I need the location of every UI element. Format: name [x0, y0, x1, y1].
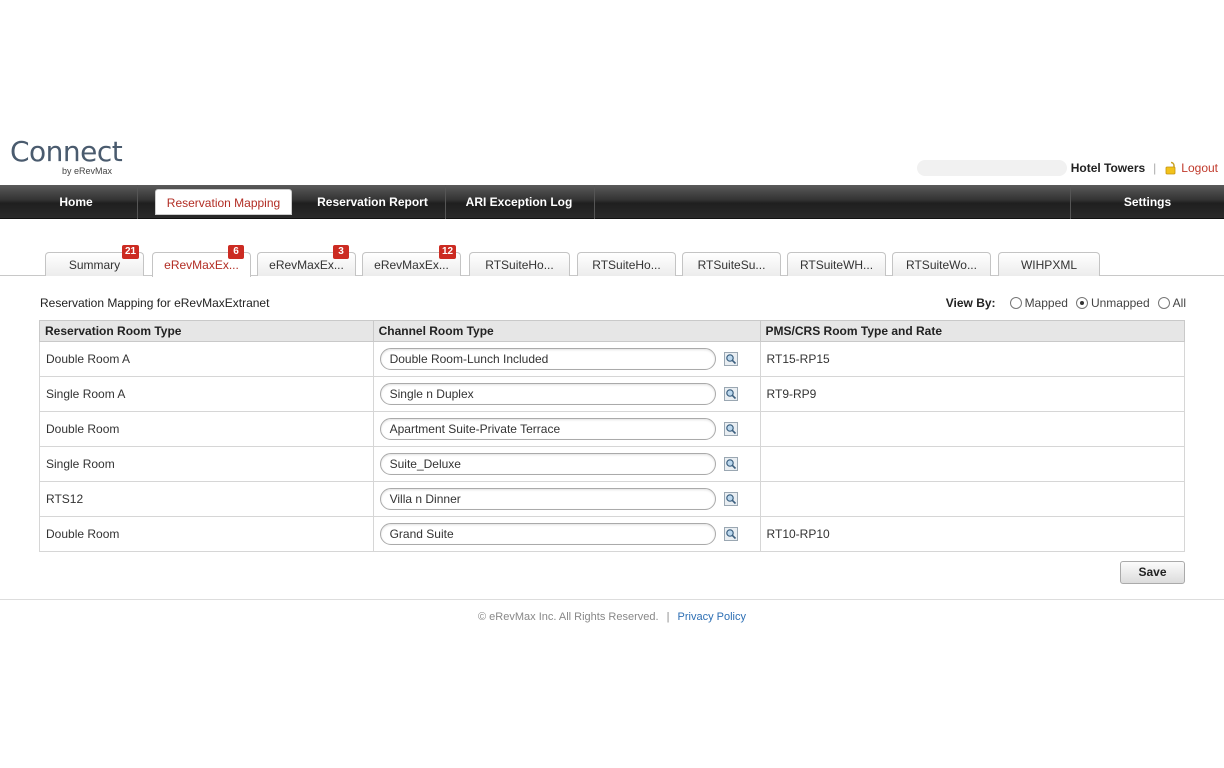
nav-divider	[445, 185, 446, 219]
radio-button-selected[interactable]	[1075, 297, 1088, 309]
logout-label: Logout	[1181, 161, 1218, 175]
search-lookup-icon[interactable]	[723, 422, 738, 436]
radio-button[interactable]	[1157, 297, 1170, 309]
main-nav: Home Reservation Mapping Reservation Rep…	[0, 185, 1224, 219]
logo-subtitle: by eRevMax	[62, 166, 113, 176]
count-badge: 3	[333, 245, 349, 259]
pms-room-rate	[759, 481, 1186, 517]
channel-room-select[interactable]: Grand Suite	[379, 523, 716, 545]
channel-room-cell: Apartment Suite-Private Terrace	[372, 411, 761, 447]
column-header: Channel Room Type	[372, 320, 761, 342]
search-lookup-icon[interactable]	[723, 527, 738, 541]
nav-ari-exception-log[interactable]: ARI Exception Log	[455, 185, 583, 219]
channel-room-cell: Double Room-Lunch Included	[372, 341, 761, 377]
nav-divider	[1070, 185, 1071, 219]
nav-divider	[137, 185, 138, 219]
radio-mapped[interactable]: Mapped	[1009, 296, 1068, 310]
channel-room-cell: Grand Suite	[372, 516, 761, 552]
nav-reservation-report[interactable]: Reservation Report	[307, 185, 438, 219]
tab-erevmax-1[interactable]: eRevMaxEx... 6	[152, 245, 251, 277]
table-row: Double Room Apartment Suite-Private Terr…	[39, 411, 1186, 447]
tab-erevmax-2[interactable]: eRevMaxEx... 3	[257, 245, 356, 276]
search-lookup-icon[interactable]	[723, 457, 738, 471]
tab-label: Summary	[68, 258, 121, 272]
reservation-room-type: Single Room	[39, 446, 374, 482]
count-badge: 12	[439, 245, 457, 259]
channel-room-select[interactable]: Single n Duplex	[379, 383, 716, 405]
pms-room-rate: RT10-RP10	[759, 516, 1186, 552]
logout-link[interactable]: Logout	[1164, 161, 1218, 175]
pms-room-rate	[759, 446, 1186, 482]
footer-separator: |	[666, 611, 670, 623]
nav-settings[interactable]: Settings	[1110, 185, 1185, 219]
reservation-room-type: Double Room	[39, 411, 374, 447]
table-row: Double Room A Double Room-Lunch Included…	[39, 341, 1186, 377]
tab-label: eRevMaxEx...	[374, 258, 449, 272]
table-row: Single Room A Single n Duplex RT9-RP9	[39, 376, 1186, 412]
radio-label: Mapped	[1024, 296, 1068, 310]
channel-room-cell: Single n Duplex	[372, 376, 761, 412]
tab-rtsuitewh[interactable]: RTSuiteWH...	[787, 252, 886, 276]
channel-tabs: Summary 21 eRevMaxEx... 6 eRevMaxEx... 3…	[0, 238, 1224, 277]
column-header: PMS/CRS Room Type and Rate	[759, 320, 1186, 342]
copyright-text: © eRevMax Inc. All Rights Reserved.	[478, 611, 659, 623]
nav-reservation-mapping[interactable]: Reservation Mapping	[155, 189, 292, 215]
view-by-filter: View By: Mapped Unmapped All	[946, 296, 1186, 310]
count-badge: 21	[122, 245, 140, 259]
privacy-policy-link[interactable]: Privacy Policy	[678, 611, 746, 623]
reservation-room-type: RTS12	[39, 481, 374, 517]
logo: Connect by eRevMax	[10, 135, 123, 177]
logo-text: Connect	[10, 135, 123, 168]
channel-room-cell: Suite_Deluxe	[372, 446, 761, 482]
channel-room-select[interactable]: Apartment Suite-Private Terrace	[379, 418, 716, 440]
nav-divider	[594, 185, 595, 219]
count-badge: 6	[228, 245, 244, 259]
pms-room-rate: RT9-RP9	[759, 376, 1186, 412]
footer-divider	[0, 599, 1224, 600]
column-header: Reservation Room Type	[39, 320, 374, 342]
section-title: Reservation Mapping for eRevMaxExtranet	[40, 296, 270, 310]
tab-wihpxml[interactable]: WIHPXML	[998, 252, 1100, 276]
pms-room-rate: RT15-RP15	[759, 341, 1186, 377]
table-row: RTS12 Villa n Dinner	[39, 481, 1186, 517]
radio-unmapped[interactable]: Unmapped	[1075, 296, 1150, 310]
hotel-name: Hotel Towers	[1070, 161, 1146, 175]
radio-all[interactable]: All	[1157, 296, 1186, 310]
tab-rtsuitesu[interactable]: RTSuiteSu...	[682, 252, 781, 276]
footer: © eRevMax Inc. All Rights Reserved. | Pr…	[0, 611, 1224, 623]
pms-room-rate	[759, 411, 1186, 447]
radio-button[interactable]	[1009, 297, 1022, 309]
channel-room-select[interactable]: Villa n Dinner	[379, 488, 716, 510]
tab-label: eRevMaxEx...	[269, 258, 344, 272]
save-button[interactable]: Save	[1120, 561, 1185, 584]
header-separator: |	[1153, 161, 1157, 175]
tab-erevmax-3[interactable]: eRevMaxEx... 12	[362, 245, 461, 276]
mapping-table: Reservation Room Type Channel Room Type …	[39, 320, 1186, 552]
channel-room-select[interactable]: Suite_Deluxe	[379, 453, 716, 475]
reservation-room-type: Double Room A	[39, 341, 374, 377]
view-by-label: View By:	[945, 296, 996, 310]
header-search-field[interactable]	[916, 160, 1067, 176]
tab-label: eRevMaxEx...	[164, 258, 239, 272]
search-lookup-icon[interactable]	[723, 492, 738, 506]
header-user-area: Hotel Towers | Logout	[916, 160, 1218, 176]
tab-rtsuitewo[interactable]: RTSuiteWo...	[892, 252, 991, 276]
tab-summary[interactable]: Summary 21	[45, 245, 144, 276]
radio-label: Unmapped	[1090, 296, 1150, 310]
table-header-row: Reservation Room Type Channel Room Type …	[39, 320, 1186, 342]
search-lookup-icon[interactable]	[723, 387, 738, 401]
channel-room-select[interactable]: Double Room-Lunch Included	[379, 348, 716, 370]
channel-room-cell: Villa n Dinner	[372, 481, 761, 517]
lock-icon	[1165, 161, 1176, 175]
tab-rtsuiteho-1[interactable]: RTSuiteHo...	[469, 252, 570, 276]
radio-label: All	[1172, 296, 1186, 310]
search-lookup-icon[interactable]	[723, 352, 738, 366]
table-row: Single Room Suite_Deluxe	[39, 446, 1186, 482]
nav-home[interactable]: Home	[45, 185, 107, 219]
reservation-room-type: Single Room A	[39, 376, 374, 412]
reservation-room-type: Double Room	[39, 516, 374, 552]
table-row: Double Room Grand Suite RT10-RP10	[39, 516, 1186, 552]
tab-rtsuiteho-2[interactable]: RTSuiteHo...	[577, 252, 676, 276]
